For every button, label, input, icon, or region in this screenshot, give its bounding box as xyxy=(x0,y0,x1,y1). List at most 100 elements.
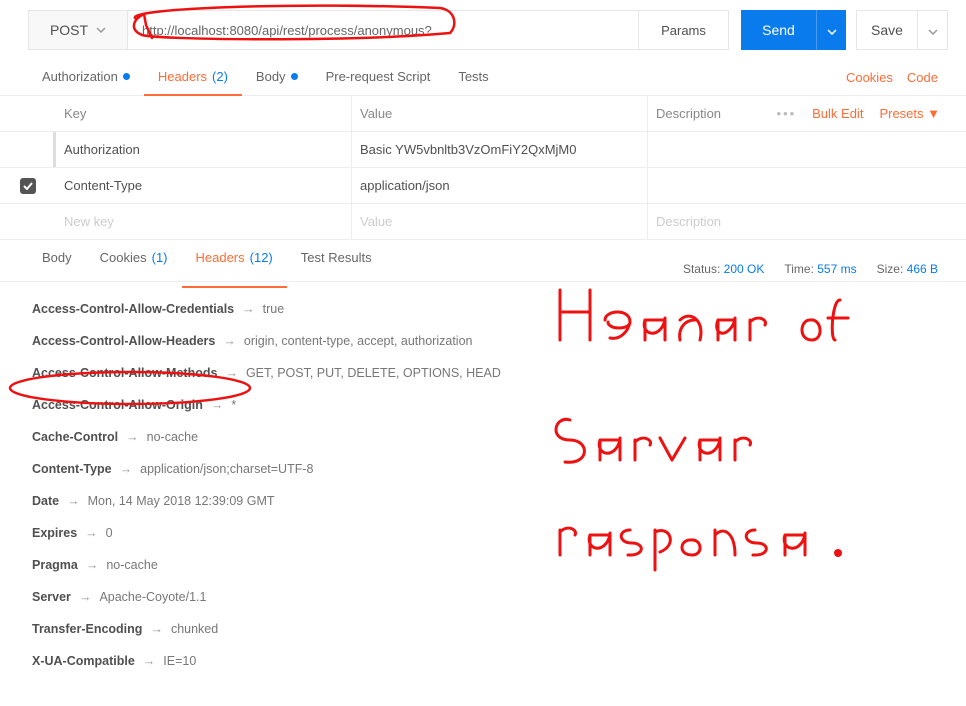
response-tab-cookies[interactable]: Cookies (1) xyxy=(86,246,182,288)
response-header-key: Server xyxy=(32,590,71,604)
column-header-value: Value xyxy=(352,96,648,131)
arrow-right-icon: → xyxy=(242,302,255,316)
response-header-row: Access-Control-Allow-Origin → * xyxy=(32,398,934,412)
response-header-row: Server→Apache-Coyote/1.1 xyxy=(32,590,934,604)
response-header-value: 0 xyxy=(106,526,113,540)
response-header-key: Access-Control-Allow-Headers xyxy=(32,334,215,348)
tab-count: (12) xyxy=(250,250,273,265)
response-tab-headers[interactable]: Headers (12) xyxy=(182,246,287,288)
arrow-right-icon: → xyxy=(67,494,80,508)
response-header-key: Pragma xyxy=(32,558,78,572)
response-header-key: Cache-Control xyxy=(32,430,118,444)
tab-count: (2) xyxy=(212,69,228,84)
check-icon xyxy=(23,182,33,190)
presets-dropdown[interactable]: Presets ▼ xyxy=(879,106,940,121)
tab-pre-request-script[interactable]: Pre-request Script xyxy=(312,60,445,96)
response-header-value: chunked xyxy=(171,622,218,636)
response-header-value: no-cache xyxy=(147,430,198,444)
request-url-input[interactable] xyxy=(128,10,639,50)
tab-headers[interactable]: Headers (2) xyxy=(144,60,242,96)
response-header-key: Access-Control-Allow-Origin xyxy=(32,398,203,412)
header-desc-cell[interactable] xyxy=(648,140,966,160)
tab-label: Body xyxy=(42,250,72,265)
response-header-row: Date→Mon, 14 May 2018 12:39:09 GMT xyxy=(32,494,934,508)
response-header-row: Access-Control-Allow-Methods → GET, POST, … xyxy=(32,366,934,380)
response-header-row: Cache-Control → no-cache xyxy=(32,430,934,444)
arrow-right-icon: → xyxy=(223,334,236,348)
dot-icon xyxy=(291,73,298,80)
new-header-row[interactable]: New key Value Description xyxy=(0,204,966,240)
response-header-value: true xyxy=(263,302,285,316)
send-dropdown-button[interactable] xyxy=(816,10,846,50)
row-checkbox[interactable] xyxy=(20,178,36,194)
more-icon[interactable]: ••• xyxy=(776,106,796,121)
tab-label: Headers xyxy=(158,69,207,84)
column-header-key: Key xyxy=(56,96,352,131)
response-header-key: X-UA-Compatible xyxy=(32,654,135,668)
new-value-input[interactable]: Value xyxy=(352,204,648,239)
save-dropdown-button[interactable] xyxy=(918,10,948,50)
tab-label: Pre-request Script xyxy=(326,69,431,84)
arrow-right-icon: → xyxy=(150,622,163,636)
tab-label: Cookies xyxy=(100,250,147,265)
http-method-select[interactable]: POST xyxy=(28,10,128,50)
response-header-row: X-UA-Compatible → IE=10 xyxy=(32,654,934,668)
response-header-value: IE=10 xyxy=(163,654,196,668)
response-header-key: Date xyxy=(32,494,59,508)
tab-tests[interactable]: Tests xyxy=(444,60,502,96)
header-key-cell[interactable]: Authorization xyxy=(56,132,352,167)
header-row[interactable]: Content-Type application/json xyxy=(0,168,966,204)
size-meta: Size: 466 B xyxy=(877,262,938,276)
header-row[interactable]: Authorization Basic YW5vbnltb3VzOmFiY2Qx… xyxy=(0,132,966,168)
response-header-row: Content-Type → application/json;charset=UT… xyxy=(32,462,934,476)
header-value-cell[interactable]: Basic YW5vbnltb3VzOmFiY2QxMjM0 xyxy=(352,132,648,167)
new-desc-input[interactable]: Description xyxy=(648,204,966,239)
response-tab-test-results[interactable]: Test Results xyxy=(287,246,386,288)
tab-label: Authorization xyxy=(42,69,118,84)
response-header-key: Expires xyxy=(32,526,77,540)
response-header-value: GET, POST, PUT, DELETE, OPTIONS, HEAD xyxy=(246,366,501,380)
dot-icon xyxy=(123,73,130,80)
response-header-value: application/json;charset=UTF-8 xyxy=(140,462,313,476)
response-header-row: Pragma → no-cache xyxy=(32,558,934,572)
response-header-value: origin, content-type, accept, authorizat… xyxy=(244,334,473,348)
chevron-down-icon xyxy=(928,23,938,38)
response-header-value: * xyxy=(231,398,236,412)
arrow-right-icon: → xyxy=(126,430,139,444)
http-method-label: POST xyxy=(50,22,88,38)
header-desc-cell[interactable] xyxy=(648,176,966,196)
cookies-link[interactable]: Cookies xyxy=(846,70,893,85)
tab-label: Tests xyxy=(458,69,488,84)
new-key-input[interactable]: New key xyxy=(56,204,352,239)
response-header-row: Expires → 0 xyxy=(32,526,934,540)
response-header-key: Content-Type xyxy=(32,462,112,476)
params-button[interactable]: Params xyxy=(639,10,729,50)
bulk-edit-link[interactable]: Bulk Edit xyxy=(812,106,863,121)
arrow-right-icon: → xyxy=(120,462,133,476)
send-button[interactable]: Send xyxy=(741,10,816,50)
header-value-cell[interactable]: application/json xyxy=(352,168,648,203)
tab-body[interactable]: Body xyxy=(242,60,312,96)
arrow-right-icon: → xyxy=(86,558,99,572)
tab-authorization[interactable]: Authorization xyxy=(28,60,144,96)
arrow-right-icon: → xyxy=(211,398,224,412)
response-header-value: no-cache xyxy=(106,558,157,572)
arrow-right-icon: → xyxy=(85,526,98,540)
response-header-key: Transfer-Encoding xyxy=(32,622,142,636)
response-header-key: Access-Control-Allow-Credentials xyxy=(32,302,234,316)
arrow-right-icon: → xyxy=(143,654,156,668)
chevron-down-icon xyxy=(96,27,106,33)
arrow-right-icon: → xyxy=(225,366,238,380)
tab-count: (1) xyxy=(152,250,168,265)
save-button[interactable]: Save xyxy=(856,10,918,50)
response-tab-body[interactable]: Body xyxy=(28,246,86,288)
response-header-value: Apache-Coyote/1.1 xyxy=(99,590,206,604)
tab-label: Headers xyxy=(196,250,245,265)
column-header-description: Description xyxy=(656,106,721,121)
response-header-key: Access-Control-Allow-Methods xyxy=(32,366,217,380)
response-header-row: Transfer-Encoding → chunked xyxy=(32,622,934,636)
header-key-cell[interactable]: Content-Type xyxy=(56,168,352,203)
response-header-row: Access-Control-Allow-Headers → origin, con… xyxy=(32,334,934,348)
tab-label: Body xyxy=(256,69,286,84)
code-link[interactable]: Code xyxy=(907,70,938,85)
